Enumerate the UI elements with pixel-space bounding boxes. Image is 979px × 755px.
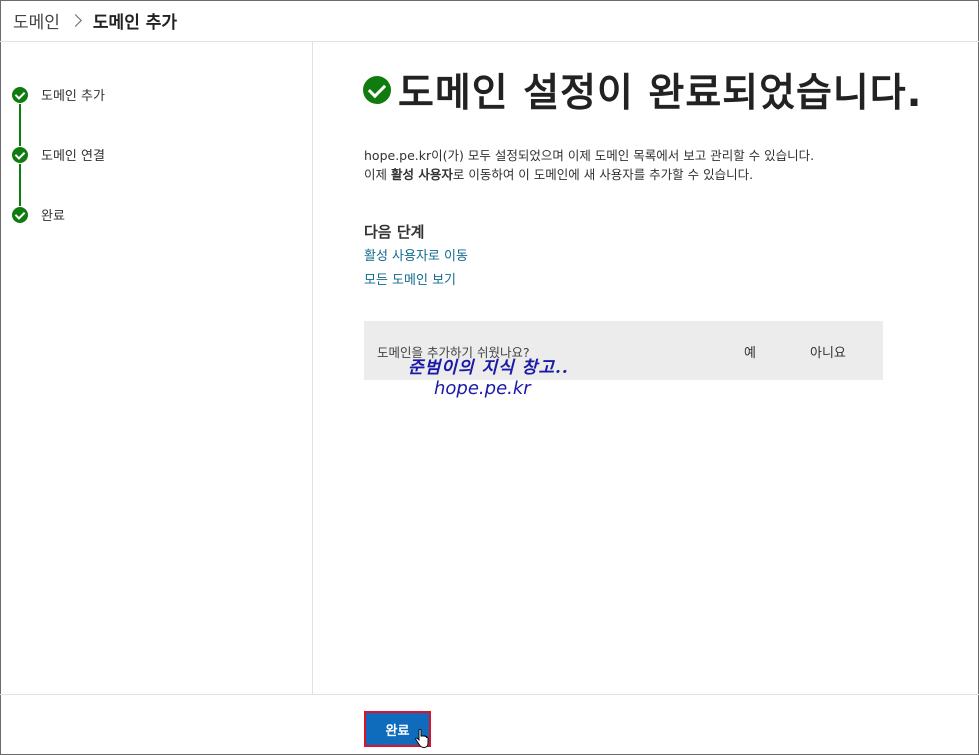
desc-line-2: 이제 활성 사용자로 이동하여 이 도메인에 새 사용자를 추가할 수 있습니다…	[364, 167, 754, 182]
chevron-right-icon	[69, 14, 82, 27]
hand-pointer-icon	[415, 729, 429, 748]
step-connector	[19, 104, 21, 146]
check-circle-icon	[12, 146, 28, 163]
go-to-active-users-link[interactable]: 활성 사용자로 이동	[364, 245, 468, 264]
desc-line-1: hope.pe.kr이(가) 모두 설정되었으며 이제 도메인 목록에서 보고 …	[364, 148, 815, 163]
check-circle-icon	[12, 86, 28, 103]
step-label: 완료	[41, 209, 65, 224]
feedback-yes-button[interactable]: 예	[744, 342, 756, 361]
watermark-text: 준범이의 지식 창고..	[408, 358, 569, 378]
progress-sidebar: 도메인 추가 도메인 연결 완료	[0, 42, 313, 694]
watermark-url: hope.pe.kr	[434, 378, 531, 399]
next-steps-heading: 다음 단계	[364, 223, 425, 241]
step-label: 도메인 추가	[41, 89, 105, 104]
footer: 완료	[0, 694, 979, 755]
step-complete: 완료	[12, 205, 65, 224]
breadcrumb-root[interactable]: 도메인	[13, 8, 60, 33]
step-label: 도메인 연결	[41, 149, 105, 164]
view-all-domains-link[interactable]: 모든 도메인 보기	[364, 269, 456, 288]
step-connector	[19, 164, 21, 206]
feedback-no-button[interactable]: 아니요	[810, 342, 846, 361]
completion-description: hope.pe.kr이(가) 모두 설정되었으며 이제 도메인 목록에서 보고 …	[364, 146, 924, 184]
page-title-row: 도메인 설정이 완료되었습니다.	[363, 62, 922, 118]
check-circle-icon	[363, 76, 391, 104]
step-add-domain: 도메인 추가	[12, 85, 105, 104]
page-title: 도메인 설정이 완료되었습니다.	[398, 71, 923, 116]
check-circle-icon	[12, 206, 28, 223]
header: 도메인 도메인 추가	[0, 0, 979, 42]
step-connect-domain: 도메인 연결	[12, 145, 105, 164]
breadcrumb-current: 도메인 추가	[92, 13, 178, 33]
